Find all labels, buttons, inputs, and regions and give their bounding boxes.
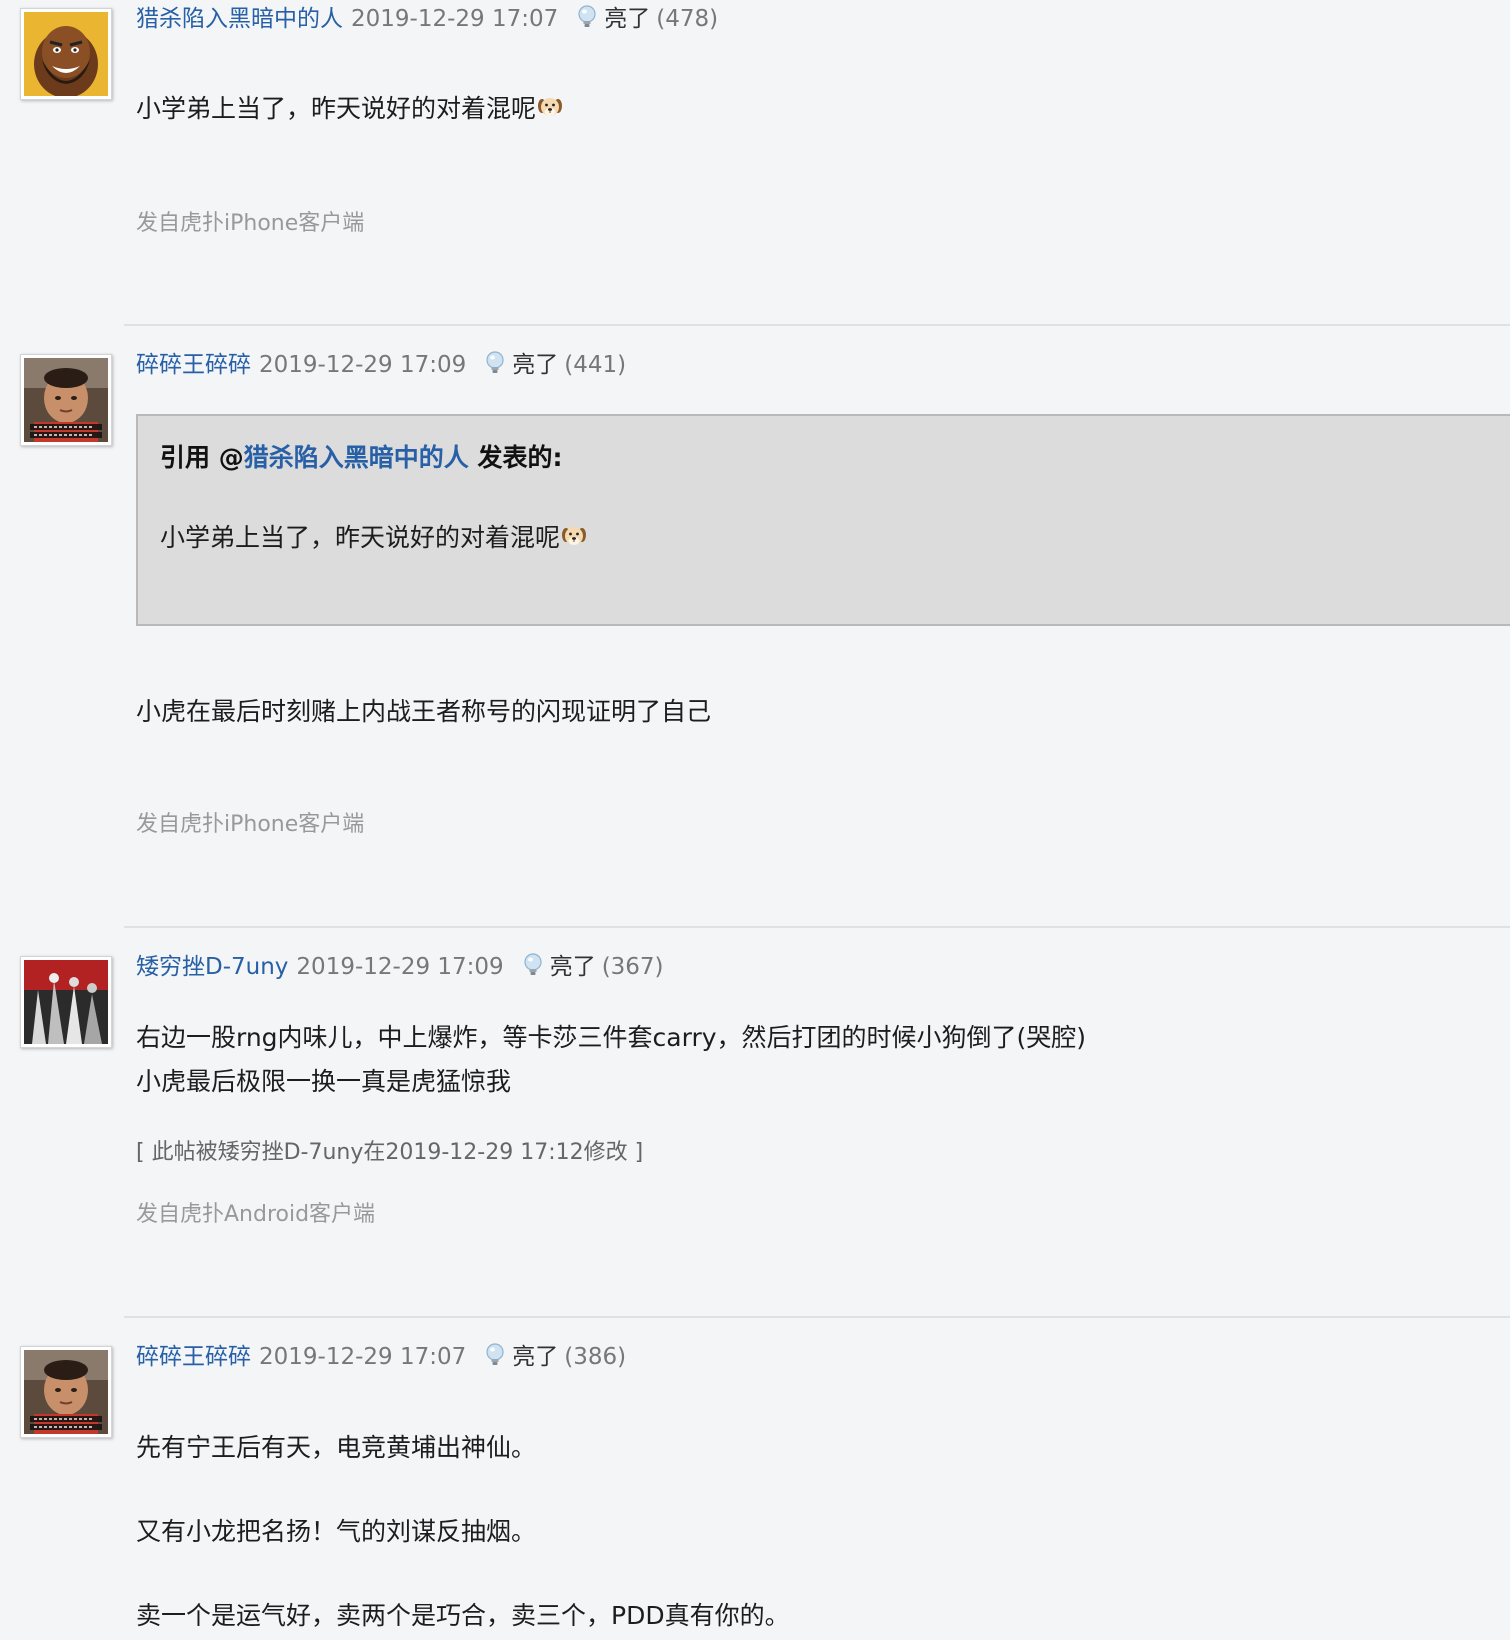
post-meta: 猎杀陷入黑暗中的人 2019-12-29 17:07 亮了 (478) xyxy=(136,4,718,34)
liang-label[interactable]: 亮了 xyxy=(512,1344,558,1370)
post-time: 2019-12-29 17:07 xyxy=(351,6,559,32)
post-meta: 碎碎王碎碎 2019-12-29 17:07 亮了 (386) xyxy=(136,1342,626,1372)
avatar-photo-icon xyxy=(24,1350,108,1434)
liang-count: (367) xyxy=(601,954,664,980)
post-time: 2019-12-29 17:09 xyxy=(259,352,467,378)
author-link[interactable]: 碎碎王碎碎 xyxy=(136,352,251,378)
avatar[interactable] xyxy=(20,956,112,1048)
post-source: 发自虎扑iPhone客户端 xyxy=(136,211,365,236)
liang-label[interactable]: 亮了 xyxy=(550,954,596,980)
quote-author-link[interactable]: 猎杀陷入黑暗中的人 xyxy=(244,443,469,472)
author-link[interactable]: 猎杀陷入黑暗中的人 xyxy=(136,6,343,32)
avatar[interactable] xyxy=(20,354,112,446)
quote-text: 小学弟上当了，昨天说好的对着混呢 xyxy=(160,523,561,552)
lightbulb-icon[interactable] xyxy=(484,351,506,375)
avatar[interactable] xyxy=(20,8,112,100)
post-content-line: 又有小龙把名扬！气的刘谋反抽烟。 xyxy=(136,1517,537,1546)
avatar-photo-icon xyxy=(24,358,108,442)
avatar-abstract-icon xyxy=(24,960,108,1044)
post-time: 2019-12-29 17:09 xyxy=(296,954,504,980)
liang-count: (386) xyxy=(564,1344,627,1370)
divider xyxy=(124,324,1510,326)
post-content: 小学弟上当了，昨天说好的对着混呢 xyxy=(136,87,563,131)
post-content: 小虎在最后时刻赌上内战王者称号的闪现证明了自己 xyxy=(136,697,712,726)
post-content-line: 小虎最后极限一换一真是虎猛惊我 xyxy=(136,1067,512,1096)
lightbulb-icon[interactable] xyxy=(576,5,598,29)
post-content-line: 右边一股rng内味儿，中上爆炸，等卡莎三件套carry，然后打团的时候小狗倒了(… xyxy=(136,1023,1087,1052)
post-source: 发自虎扑Android客户端 xyxy=(136,1202,376,1227)
post-time: 2019-12-29 17:07 xyxy=(259,1344,467,1370)
quote-header: 引用 @猎杀陷入黑暗中的人 发表的: xyxy=(160,438,562,474)
liang-count: (441) xyxy=(564,352,627,378)
lightbulb-icon[interactable] xyxy=(484,1343,506,1367)
divider xyxy=(124,1316,1510,1318)
post-content-line: 卖一个是运气好，卖两个是巧合，卖三个，PDD真有你的。 xyxy=(136,1601,790,1630)
quote-prefix: 引用 @ xyxy=(160,443,244,472)
quote-suffix: 发表的: xyxy=(468,443,563,472)
divider xyxy=(124,926,1510,928)
dog-emoji-icon xyxy=(561,523,587,549)
content-text: 小学弟上当了，昨天说好的对着混呢 xyxy=(136,94,537,123)
liang-count: (478) xyxy=(656,6,719,32)
post-content-line: 先有宁王后有天，电竞黄埔出神仙。 xyxy=(136,1433,537,1462)
quote-content: 小学弟上当了，昨天说好的对着混呢 xyxy=(160,518,587,554)
author-link[interactable]: 矮穷挫D-7uny xyxy=(136,954,288,980)
liang-label[interactable]: 亮了 xyxy=(512,352,558,378)
lightbulb-icon[interactable] xyxy=(522,953,544,977)
post-meta: 矮穷挫D-7uny 2019-12-29 17:09 亮了 (367) xyxy=(136,952,664,982)
avatar-cartoon-icon xyxy=(24,12,108,96)
quote-block: 引用 @猎杀陷入黑暗中的人 发表的: 小学弟上当了，昨天说好的对着混呢 xyxy=(136,414,1510,626)
post-meta: 碎碎王碎碎 2019-12-29 17:09 亮了 (441) xyxy=(136,350,626,380)
avatar[interactable] xyxy=(20,1346,112,1438)
author-link[interactable]: 碎碎王碎碎 xyxy=(136,1344,251,1370)
edit-note: [ 此帖被矮穷挫D-7uny在2019-12-29 17:12修改 ] xyxy=(136,1140,644,1165)
dog-emoji-icon xyxy=(537,94,563,120)
post-source: 发自虎扑iPhone客户端 xyxy=(136,812,365,837)
liang-label[interactable]: 亮了 xyxy=(604,6,650,32)
